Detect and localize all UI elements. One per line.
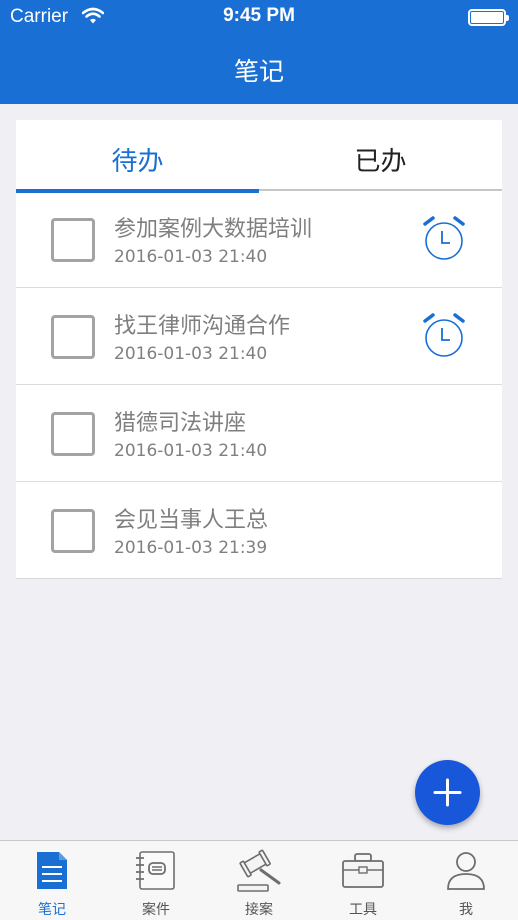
tab-done[interactable]: 已办 xyxy=(259,120,502,191)
status-time: 9:45 PM xyxy=(223,5,295,26)
case-notebook-icon xyxy=(104,849,208,897)
todo-checkbox[interactable] xyxy=(51,218,95,262)
page-title: 笔记 xyxy=(233,57,284,86)
battery-icon xyxy=(468,9,509,26)
tab-bar-label: 案件 xyxy=(142,902,170,918)
nav-bar: 笔记 xyxy=(0,34,518,104)
todo-title: 找王律师沟通合作 xyxy=(114,314,291,339)
todo-list: 参加案例大数据培训 2016-01-03 21:40 找王律师沟通合作 2016… xyxy=(16,191,502,579)
list-item[interactable]: 会见当事人王总 2016-01-03 21:39 xyxy=(16,482,502,579)
todo-checkbox[interactable] xyxy=(51,315,95,359)
status-bar: Carrier 9:45 PM xyxy=(0,0,518,34)
tab-bar-label: 我 xyxy=(459,902,473,918)
toolbox-icon xyxy=(311,849,415,897)
todo-time: 2016-01-03 21:40 xyxy=(114,344,268,364)
todo-title: 会见当事人王总 xyxy=(114,508,269,533)
tab-bar-notes[interactable]: 笔记 xyxy=(0,841,104,920)
todo-time: 2016-01-03 21:40 xyxy=(114,441,268,461)
todo-title: 参加案例大数据培训 xyxy=(114,217,313,242)
tab-bar-cases[interactable]: 案件 xyxy=(104,841,208,920)
tab-bar-tools[interactable]: 工具 xyxy=(311,841,415,920)
todo-time: 2016-01-03 21:39 xyxy=(114,538,268,558)
add-note-button[interactable] xyxy=(415,760,480,825)
notes-icon xyxy=(0,849,104,897)
todo-tabs: 待办 已办 xyxy=(16,120,502,193)
todo-checkbox[interactable] xyxy=(51,412,95,456)
todo-title: 猎德司法讲座 xyxy=(114,411,247,436)
todo-checkbox[interactable] xyxy=(51,509,95,553)
tab-bar-label: 接案 xyxy=(245,902,273,918)
tab-bar-label: 工具 xyxy=(349,902,377,918)
user-icon xyxy=(414,849,518,897)
bottom-tab-bar: 笔记 案件 接案 工具 我 xyxy=(0,840,518,920)
tab-pending[interactable]: 待办 xyxy=(16,120,259,193)
todo-card: 待办 已办 参加案例大数据培训 2016-01-03 21:40 找王律师沟通合… xyxy=(16,120,502,579)
list-item[interactable]: 找王律师沟通合作 2016-01-03 21:40 xyxy=(16,288,502,385)
todo-time: 2016-01-03 21:40 xyxy=(114,247,268,267)
tab-bar-intake[interactable]: 接案 xyxy=(207,841,311,920)
alarm-clock-icon[interactable] xyxy=(420,215,468,263)
alarm-clock-icon[interactable] xyxy=(420,312,468,360)
plus-icon xyxy=(433,778,462,807)
tab-bar-label: 笔记 xyxy=(38,902,66,918)
list-item[interactable]: 参加案例大数据培训 2016-01-03 21:40 xyxy=(16,191,502,288)
tab-bar-me[interactable]: 我 xyxy=(414,841,518,920)
gavel-icon xyxy=(207,849,311,897)
list-item[interactable]: 猎德司法讲座 2016-01-03 21:40 xyxy=(16,385,502,482)
